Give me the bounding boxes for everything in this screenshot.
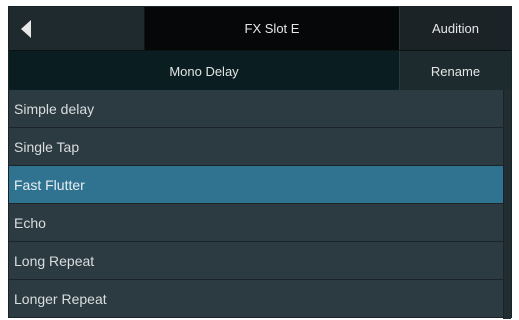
preset-item-longer-repeat[interactable]: Longer Repeat xyxy=(9,280,503,318)
header-bar: FX Slot E Audition xyxy=(9,7,511,50)
preset-list: Simple delay Single Tap Fast Flutter Ech… xyxy=(9,90,503,319)
preset-item-single-tap[interactable]: Single Tap xyxy=(9,128,503,166)
preset-item-echo[interactable]: Echo xyxy=(9,204,503,242)
preset-item-fast-flutter[interactable]: Fast Flutter xyxy=(9,166,503,204)
back-arrow-icon xyxy=(21,19,31,38)
fx-slot-panel: FX Slot E Audition Mono Delay Rename Sim… xyxy=(8,6,512,319)
effect-bar: Mono Delay Rename xyxy=(9,50,511,91)
slot-title: FX Slot E xyxy=(144,7,399,50)
rename-button[interactable]: Rename xyxy=(399,51,511,91)
scrollbar[interactable] xyxy=(503,90,511,319)
preset-item-simple-delay[interactable]: Simple delay xyxy=(9,90,503,128)
back-button[interactable] xyxy=(9,7,144,50)
preset-item-long-repeat[interactable]: Long Repeat xyxy=(9,242,503,280)
effect-name: Mono Delay xyxy=(9,51,399,91)
audition-button[interactable]: Audition xyxy=(399,7,511,50)
